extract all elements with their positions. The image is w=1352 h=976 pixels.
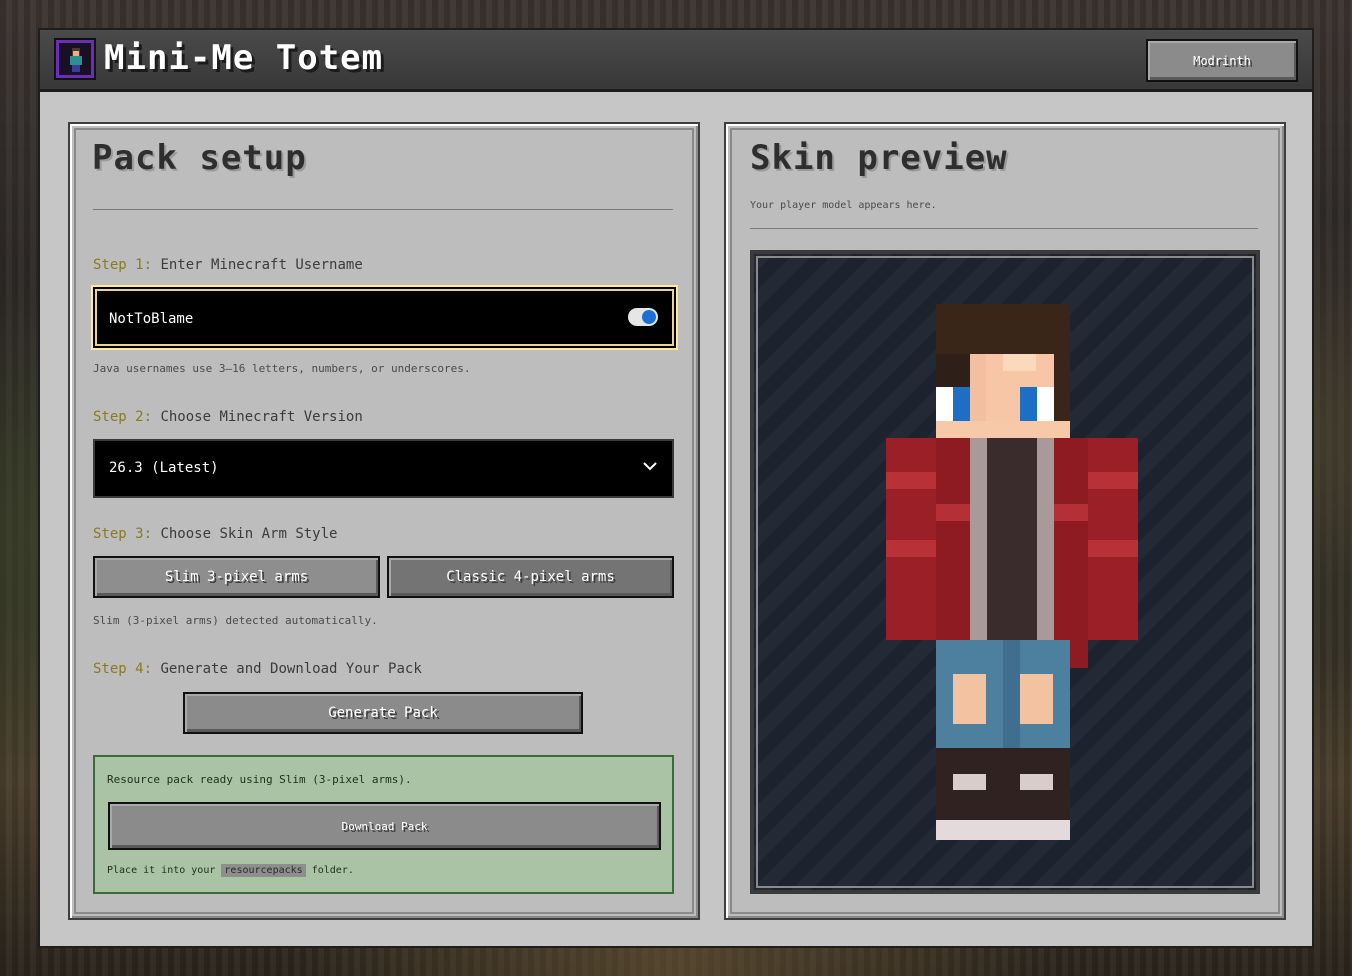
- resourcepacks-code: resourcepacks: [221, 864, 306, 877]
- pack-setup-panel: Pack setup Step 1: Enter Minecraft Usern…: [68, 122, 700, 920]
- password-manager-icon[interactable]: [628, 308, 658, 326]
- top-bar: Mini-Me Totem Modrinth: [40, 30, 1312, 92]
- divider: [750, 228, 1258, 229]
- pack-ready-text: Resource pack ready using Slim (3-pixel …: [107, 773, 412, 786]
- skin-preview-title: Skin preview: [750, 138, 1008, 178]
- download-pack-button[interactable]: Download Pack: [108, 802, 661, 850]
- classic-arms-button[interactable]: Classic 4-pixel arms: [387, 556, 674, 598]
- place-instructions: Place it into your resourcepacks folder.: [107, 864, 354, 877]
- step1-label: Step 1: Enter Minecraft Username: [93, 257, 363, 273]
- username-input[interactable]: [107, 305, 591, 333]
- totem-logo-icon: [54, 38, 96, 80]
- step3-label: Step 3: Choose Skin Arm Style: [93, 526, 338, 542]
- arm-style-hint: Slim (3-pixel arms) detected automatical…: [93, 614, 378, 627]
- generate-pack-button[interactable]: Generate Pack: [183, 692, 583, 734]
- pack-setup-title: Pack setup: [92, 138, 307, 178]
- version-value: 26.3 (Latest): [109, 460, 219, 476]
- pack-ready-box: Resource pack ready using Slim (3-pixel …: [93, 755, 674, 894]
- chevron-down-icon: [643, 462, 657, 471]
- player-skin-model: [886, 304, 1138, 840]
- skin-preview-subtitle: Your player model appears here.: [750, 200, 937, 211]
- version-select[interactable]: 26.3 (Latest): [93, 439, 674, 498]
- app-window: Mini-Me Totem Modrinth Pack setup Step 1…: [38, 28, 1314, 948]
- slim-arms-button[interactable]: Slim 3-pixel arms: [93, 556, 380, 598]
- skin-preview-viewport[interactable]: [750, 250, 1260, 894]
- step2-label: Step 2: Choose Minecraft Version: [93, 409, 363, 425]
- modrinth-button[interactable]: Modrinth: [1146, 39, 1298, 82]
- step4-label: Step 4: Generate and Download Your Pack: [93, 661, 422, 677]
- username-field[interactable]: [91, 285, 678, 350]
- app-title: Mini-Me Totem: [104, 38, 384, 78]
- username-hint: Java usernames use 3–16 letters, numbers…: [93, 362, 471, 375]
- divider: [93, 209, 673, 210]
- skin-preview-panel: Skin preview Your player model appears h…: [724, 122, 1286, 920]
